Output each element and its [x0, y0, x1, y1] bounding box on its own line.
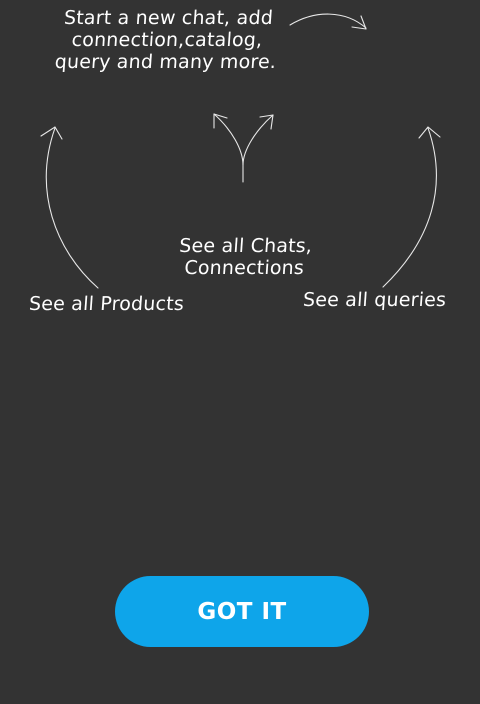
arrow-new-chat-icon	[289, 13, 367, 30]
hint-chats-connections-text: See all Chats, Connections	[178, 235, 313, 279]
hint-products-text: See all Products	[28, 293, 185, 315]
got-it-button[interactable]: GOT IT	[115, 576, 369, 647]
hint-new-chat-text: Start a new chat, add connection,catalog…	[53, 7, 277, 73]
arrow-queries-icon	[382, 126, 441, 288]
arrow-chats-fork-icon	[213, 113, 274, 183]
hint-queries-text: See all queries	[302, 289, 447, 311]
arrow-products-icon	[40, 126, 99, 289]
